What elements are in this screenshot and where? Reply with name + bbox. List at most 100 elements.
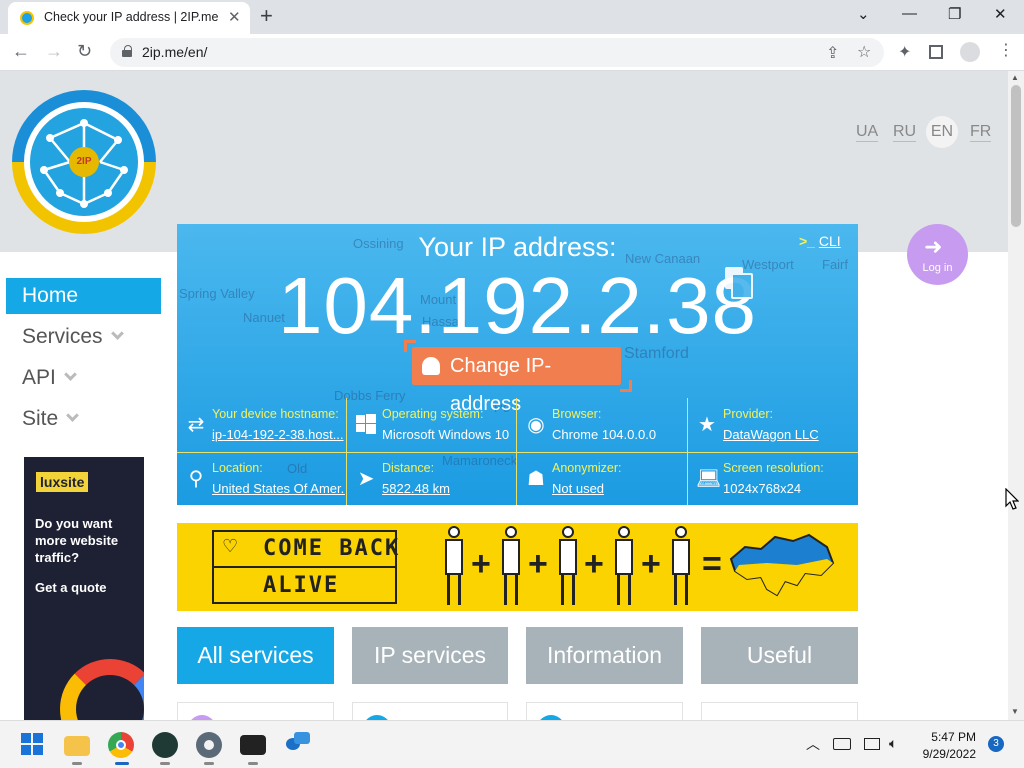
login-button[interactable]: ➜ Log in — [907, 224, 968, 285]
taskbar-indicator — [248, 762, 258, 765]
network-icon[interactable] — [864, 738, 880, 750]
tab-all-services[interactable]: All services — [177, 627, 334, 684]
ad-line: Do you want — [35, 516, 113, 531]
info-label: Distance: — [382, 461, 435, 475]
info-label: Browser: — [552, 407, 602, 421]
new-tab-button[interactable]: + — [260, 3, 273, 29]
taskbar-indicator — [72, 762, 82, 765]
ad-cta[interactable]: Get a quote — [35, 579, 107, 596]
maximize-button[interactable]: ❐ — [948, 5, 961, 23]
app-taskbar-icon[interactable] — [152, 732, 178, 758]
tab-search-icon[interactable]: ⌄ — [857, 5, 870, 23]
tab-title: Check your IP address | 2IP.me — [44, 10, 219, 24]
chevron-up-icon[interactable]: ︿ — [806, 734, 820, 754]
url-text[interactable]: 2ip.me/en/ — [142, 44, 207, 60]
laptop-icon: 💻︎ — [696, 468, 722, 490]
come-back-alive-banner[interactable]: ♡ COME BACK ALIVE + + + + = — [177, 523, 858, 611]
info-value: Microsoft Windows 10 — [382, 427, 510, 442]
soldier-icon — [443, 526, 465, 606]
notification-badge[interactable]: 3 — [988, 736, 1004, 752]
close-tab-icon[interactable]: ✕ — [228, 8, 241, 26]
terminal-prompt-icon: >_ — [799, 233, 815, 249]
file-explorer-icon[interactable] — [64, 736, 90, 756]
nav-services[interactable]: Services — [6, 319, 161, 355]
chrome-icon: ◉ — [527, 414, 545, 436]
scroll-up-icon[interactable]: ▲ — [1011, 73, 1019, 82]
taskbar-active-indicator — [115, 762, 129, 765]
windows-taskbar: ︿ 🔈︎ 5:47 PM 9/29/2022 3 — [0, 720, 1024, 768]
plus-icon: + — [584, 545, 604, 583]
info-anonymizer: ☗ Anonymizer: Not used — [517, 453, 687, 505]
advertisement[interactable]: luxsite Do you want more website traffic… — [24, 457, 144, 720]
start-button[interactable] — [20, 732, 46, 758]
nav-api[interactable]: API — [6, 360, 161, 396]
service-card[interactable] — [352, 702, 508, 720]
browser-tab[interactable]: Check your IP address | 2IP.me ✕ — [8, 2, 250, 34]
chrome-menu-icon[interactable]: ⋮ — [998, 40, 1014, 60]
nav-site[interactable]: Site — [6, 401, 161, 437]
lang-fr[interactable]: FR — [970, 123, 992, 142]
profile-avatar-icon[interactable] — [960, 42, 980, 62]
taskbar-clock[interactable]: 5:47 PM 9/29/2022 — [918, 729, 976, 763]
info-label: Operating system: — [382, 407, 484, 421]
info-value[interactable]: ip-104-192-2-38.host... — [212, 427, 344, 442]
side-panel-icon[interactable] — [929, 45, 943, 59]
cli-link[interactable]: >_ CLI — [799, 233, 841, 249]
copy-icon[interactable] — [725, 267, 753, 299]
info-os: Operating system: Microsoft Windows 10 — [347, 399, 516, 452]
service-card[interactable] — [177, 702, 334, 720]
nav-site-label: Site — [22, 407, 59, 430]
tab-ip-services[interactable]: IP services — [352, 627, 508, 684]
extensions-puzzle-icon[interactable]: ✦ — [898, 42, 911, 62]
ip-title: Your IP address: — [418, 232, 617, 262]
back-arrow-icon[interactable]: ← — [12, 41, 30, 62]
plus-icon: + — [471, 545, 491, 583]
navigation-arrow-icon: ➤ — [357, 468, 375, 490]
lang-ru[interactable]: RU — [893, 123, 917, 142]
nav-home[interactable]: Home — [6, 278, 161, 314]
heart-icon: ♡ — [222, 536, 239, 556]
info-label: Location: — [212, 461, 263, 475]
info-value[interactable]: DataWagon LLC — [723, 427, 819, 442]
info-label: Screen resolution: — [723, 461, 824, 475]
page-scrollbar[interactable]: ▲ ▼ — [1008, 71, 1024, 720]
close-window-button[interactable]: ✕ — [994, 5, 1007, 23]
scroll-down-icon[interactable]: ▼ — [1011, 707, 1019, 716]
scrollbar-thumb[interactable] — [1011, 85, 1021, 227]
banner-line1: COME BACK — [263, 536, 401, 561]
volume-icon[interactable]: 🔈︎ — [889, 735, 897, 752]
keyboard-icon[interactable] — [833, 738, 851, 750]
ip-address-value[interactable]: 104.192.2.38 — [177, 260, 858, 352]
chevron-down-icon — [63, 368, 77, 381]
location-pin-icon: ⚲ — [188, 468, 204, 490]
clock-time: 5:47 PM — [931, 730, 976, 744]
lock-icon[interactable] — [122, 45, 132, 57]
bookmark-star-icon[interactable]: ☆ — [857, 42, 871, 62]
minimize-button[interactable]: — — [902, 5, 917, 22]
change-ip-button[interactable]: Change IP-address — [412, 347, 621, 415]
site-logo[interactable]: 2IP — [12, 90, 156, 234]
info-value[interactable]: United States Of Amer... — [212, 481, 345, 496]
mouse-cursor-icon — [1005, 488, 1019, 510]
forward-arrow-icon[interactable]: → — [45, 41, 63, 62]
share-icon[interactable]: ⇪ — [826, 43, 839, 63]
nav-api-label: API — [22, 366, 56, 389]
star-icon: ★ — [698, 414, 716, 436]
lang-ua[interactable]: UA — [856, 123, 879, 142]
info-value[interactable]: Not used — [552, 481, 604, 496]
info-provider: ★ Provider: DataWagon LLC — [688, 399, 858, 452]
chrome-taskbar-icon[interactable] — [108, 732, 134, 758]
settings-gear-icon[interactable] — [196, 732, 222, 758]
chat-icon[interactable] — [284, 732, 310, 758]
info-value[interactable]: 5822.48 km — [382, 481, 450, 496]
address-bar[interactable]: 2ip.me/en/ ⇪ ☆ — [110, 38, 884, 67]
banner-divider — [212, 566, 397, 568]
service-card[interactable] — [526, 702, 683, 720]
service-card[interactable] — [701, 702, 858, 720]
soldier-icon — [557, 526, 579, 606]
reload-icon[interactable]: ↻ — [77, 41, 92, 62]
lang-en[interactable]: EN — [926, 116, 958, 148]
tab-information[interactable]: Information — [526, 627, 683, 684]
terminal-icon[interactable] — [240, 735, 266, 755]
tab-useful[interactable]: Useful — [701, 627, 858, 684]
